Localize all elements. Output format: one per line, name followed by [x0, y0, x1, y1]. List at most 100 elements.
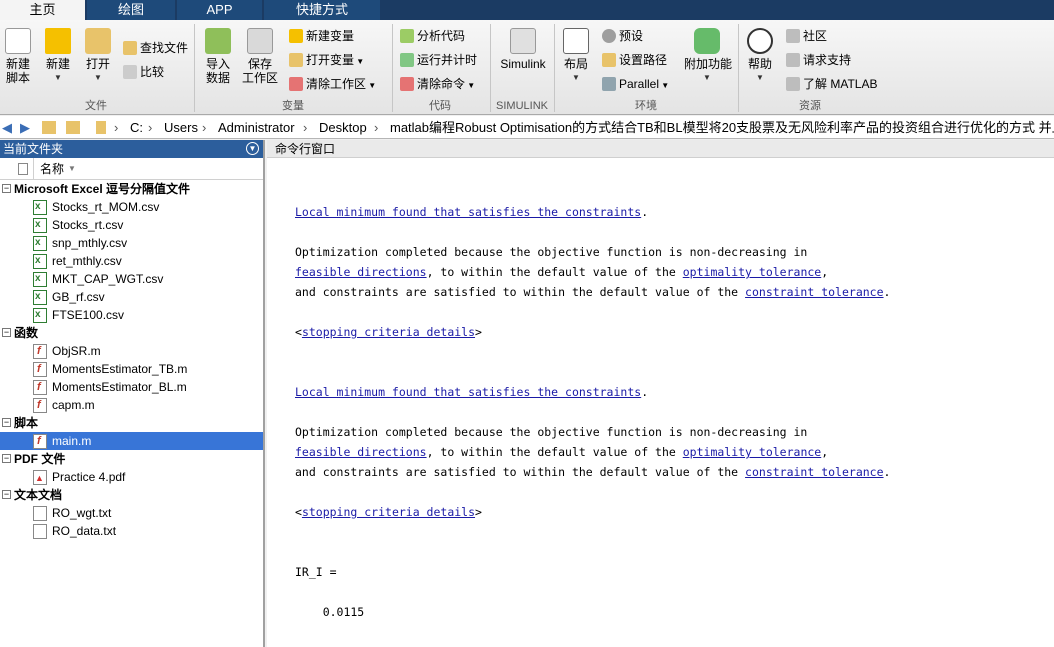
file-item[interactable]: snp_mthly.csv [0, 234, 263, 252]
current-folder-title: 当前文件夹 ▼ [0, 140, 263, 158]
file-item[interactable]: FTSE100.csv [0, 306, 263, 324]
command-window-title: 命令行窗口 [267, 140, 1054, 158]
command-window[interactable]: 命令行窗口 Local minimum found that satisfies… [267, 140, 1054, 647]
address-bar[interactable]: ◀ ▶ › C: › Users › Administrator › Deskt… [0, 116, 1054, 139]
matlab-file-icon [33, 432, 47, 450]
layout-button[interactable]: 布局 ▼ [562, 28, 590, 85]
simulink-button[interactable]: Simulink [498, 28, 548, 71]
collapse-icon[interactable]: − [2, 328, 11, 337]
collapse-icon[interactable]: − [2, 454, 11, 463]
excel-file-icon [33, 288, 47, 306]
community-icon [786, 29, 800, 43]
folder-group[interactable]: − PDF 文件 [0, 450, 263, 468]
save-workspace-button[interactable]: 保存 工作区 [242, 28, 278, 85]
help-link[interactable]: constraint tolerance [745, 285, 883, 299]
group-label-environment: 环境 [635, 100, 657, 112]
chevron-down-icon: ▼ [703, 73, 711, 82]
file-item[interactable]: ret_mthly.csv [0, 252, 263, 270]
file-item[interactable]: Stocks_rt.csv [0, 216, 263, 234]
clear-workspace-button[interactable]: 清除工作区 ▼ [289, 74, 376, 94]
path-segment-users[interactable]: Users [164, 116, 198, 138]
help-link[interactable]: stopping criteria details [302, 325, 475, 339]
open-button[interactable]: 打开 ▼ [84, 28, 112, 85]
help-link[interactable]: feasible directions [295, 265, 427, 279]
group-divider [554, 24, 555, 112]
help-button[interactable]: 帮助 ▼ [746, 28, 774, 85]
excel-file-icon [33, 306, 47, 324]
text-file-icon [33, 506, 47, 521]
sort-arrow-icon: ▼ [68, 164, 76, 173]
tab-shortcuts[interactable]: 快捷方式 [264, 0, 380, 20]
set-path-button[interactable]: 设置路径 [602, 50, 667, 70]
file-type-icon [18, 163, 28, 175]
file-tree: −Microsoft Excel 逗号分隔值文件Stocks_rt_MOM.cs… [0, 180, 263, 540]
help-link[interactable]: Local minimum found that satisfies the c… [295, 385, 641, 399]
file-item[interactable]: GB_rf.csv [0, 288, 263, 306]
file-item[interactable]: ObjSR.m [0, 342, 263, 360]
new-variable-icon [289, 29, 303, 43]
group-divider [738, 24, 739, 112]
help-link[interactable]: stopping criteria details [302, 505, 475, 519]
new-variable-button[interactable]: 新建变量 [289, 26, 354, 46]
file-item[interactable]: capm.m [0, 396, 263, 414]
compare-button[interactable]: 比较 [123, 62, 164, 82]
tab-apps[interactable]: APP [177, 0, 262, 20]
path-segment-desktop[interactable]: Desktop [319, 116, 367, 138]
tab-plots[interactable]: 绘图 [87, 0, 175, 20]
file-item[interactable]: Practice 4.pdf [0, 468, 263, 487]
file-item[interactable]: MomentsEstimator_BL.m [0, 378, 263, 396]
analyze-code-button[interactable]: 分析代码 [400, 26, 465, 46]
help-link[interactable]: Local minimum found that satisfies the c… [295, 205, 641, 219]
clear-commands-button[interactable]: 清除命令 ▼ [400, 74, 475, 94]
preferences-button[interactable]: 预设 [602, 26, 643, 46]
chevron-down-icon: ▼ [54, 73, 62, 82]
console-line: <stopping criteria details> [295, 505, 482, 519]
parallel-button[interactable]: Parallel ▼ [602, 74, 669, 94]
forward-arrow-icon[interactable]: ▶ [20, 116, 30, 138]
up-folder-icon[interactable] [42, 121, 56, 134]
back-arrow-icon[interactable]: ◀ [2, 116, 12, 138]
path-segment-drive[interactable]: C: [130, 116, 143, 138]
parallel-icon [602, 77, 616, 91]
folder-group[interactable]: − Microsoft Excel 逗号分隔值文件 [0, 180, 263, 198]
file-item[interactable]: main.m [0, 432, 263, 450]
file-item[interactable]: MKT_CAP_WGT.csv [0, 270, 263, 288]
group-label-variable: 变量 [282, 100, 304, 112]
folder-group[interactable]: − 函数 [0, 324, 263, 342]
community-button[interactable]: 社区 [786, 26, 827, 46]
request-support-button[interactable]: 请求支持 [786, 50, 851, 70]
open-variable-button[interactable]: 打开变量 ▼ [289, 50, 364, 70]
browse-folder-icon[interactable] [66, 121, 80, 134]
clear-workspace-icon [289, 77, 303, 91]
tab-home[interactable]: 主页 [0, 0, 85, 20]
file-item[interactable]: Stocks_rt_MOM.csv [0, 198, 263, 216]
add-ons-button[interactable]: 附加功能 ▼ [684, 28, 732, 85]
help-link[interactable]: feasible directions [295, 445, 427, 459]
help-link[interactable]: optimality tolerance [683, 265, 821, 279]
new-button[interactable]: 新建 ▼ [44, 28, 72, 85]
path-segment-project[interactable]: matlab编程Robust Optimisation的方式结合TB和BL模型将… [390, 116, 1054, 138]
collapse-icon[interactable]: − [2, 490, 11, 499]
find-files-button[interactable]: 查找文件 [123, 38, 188, 58]
group-divider [490, 24, 491, 112]
path-separator: › [148, 120, 153, 135]
file-item[interactable]: RO_data.txt [0, 522, 263, 540]
collapse-icon[interactable]: − [2, 418, 11, 427]
help-link[interactable]: constraint tolerance [745, 465, 883, 479]
collapse-icon[interactable]: − [2, 184, 11, 193]
import-data-button[interactable]: 导入 数据 [202, 28, 234, 85]
run-and-time-button[interactable]: 运行并计时 [400, 50, 477, 70]
path-separator: › [114, 120, 119, 135]
learn-matlab-button[interactable]: 了解 MATLAB [786, 74, 877, 94]
folder-group[interactable]: − 文本文档 [0, 486, 263, 504]
set-path-icon [602, 53, 616, 67]
name-column-header[interactable]: 名称 ▼ [0, 158, 263, 180]
file-item[interactable]: RO_wgt.txt [0, 504, 263, 522]
help-link[interactable]: optimality tolerance [683, 445, 821, 459]
new-script-button[interactable]: 新建 脚本 [4, 28, 32, 85]
panel-menu-icon[interactable]: ▼ [246, 142, 259, 155]
file-item[interactable]: MomentsEstimator_TB.m [0, 360, 263, 378]
path-segment-administrator[interactable]: Administrator [218, 116, 295, 138]
group-divider [392, 24, 393, 112]
folder-group[interactable]: − 脚本 [0, 414, 263, 432]
